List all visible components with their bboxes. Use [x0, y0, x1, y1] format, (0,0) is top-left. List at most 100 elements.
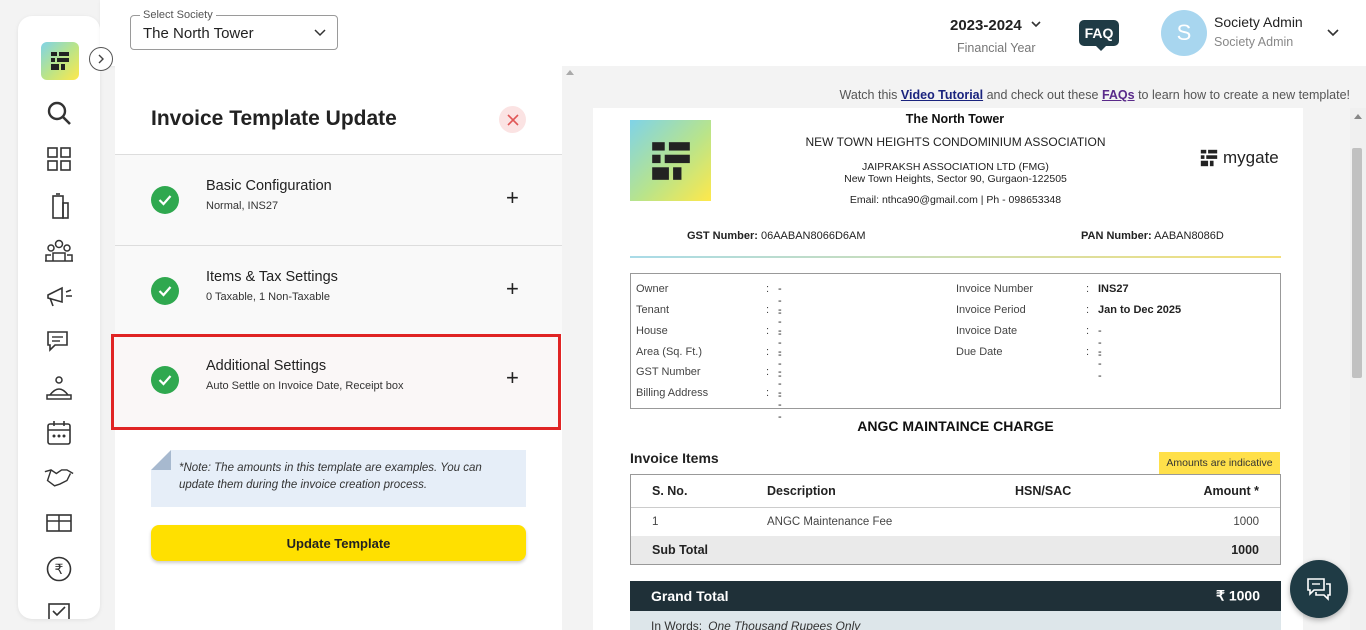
task-icon[interactable] [44, 600, 74, 619]
invoice-association: NEW TOWN HEIGHTS CONDOMINIUM ASSOCIATION [805, 135, 1106, 149]
mygate-logo-icon [1200, 149, 1218, 167]
scroll-up-arrow-icon[interactable] [1354, 114, 1362, 119]
app-logo[interactable] [41, 42, 79, 80]
expand-plus-icon[interactable]: + [506, 187, 519, 209]
handshake-icon[interactable] [44, 462, 74, 492]
check-icon [151, 277, 179, 305]
invoice-info-box: Owner: --- Tenant: --- House: --- Area (Sq.… [630, 273, 1281, 423]
field-key: Area (Sq. Ft.) [636, 346, 703, 358]
society-select-value: The North Tower [143, 25, 254, 42]
note-fold-decoration [151, 450, 171, 470]
service-icon[interactable] [44, 373, 74, 403]
template-update-panel: Invoice Template Update Basic Configurat… [111, 66, 562, 630]
brand-name: mygate [1223, 148, 1279, 167]
chevron-down-icon [314, 29, 326, 37]
col-amount: Amount * [1203, 484, 1259, 498]
field-key: Invoice Number [956, 283, 1034, 295]
page-title: Invoice Template Update [151, 107, 397, 130]
gst-label: GST Number: [687, 230, 758, 242]
col-hsn-sac: HSN/SAC [1015, 484, 1072, 498]
financial-year-value: 2023-2024 [950, 17, 1022, 34]
field-key: Tenant [636, 304, 670, 316]
cell-sno: 1 [652, 516, 659, 528]
in-words-label: In Words: [651, 619, 703, 630]
tutorial-prefix: Watch this [839, 88, 901, 102]
gst-number: GST Number: 06AABAN8066D6AM [687, 230, 866, 242]
scroll-up-arrow-icon[interactable] [566, 70, 574, 75]
chevron-right-icon [98, 54, 104, 64]
dashboard-icon[interactable] [44, 144, 74, 174]
invoice-society-name: The North Tower [905, 112, 1005, 126]
section-items-tax-settings[interactable]: Items & Tax Settings 0 Taxable, 1 Non-Ta… [115, 246, 562, 336]
chat-bubbles-icon [1307, 578, 1331, 601]
header-divider [630, 256, 1281, 258]
subtotal-value: 1000 [1231, 543, 1259, 557]
faqs-link[interactable]: FAQs [1102, 88, 1135, 102]
chevron-down-icon [1031, 21, 1041, 28]
field-key: Due Date [956, 346, 1003, 358]
charge-title: ANGC MAINTAINCE CHARGE [857, 418, 1054, 434]
sidebar: ₹ [18, 16, 100, 619]
invoice-preview: The North Tower NEW TOWN HEIGHTS CONDOMI… [593, 108, 1303, 630]
indicative-badge: Amounts are indicative [1159, 452, 1280, 474]
search-icon[interactable] [44, 98, 74, 128]
faq-button[interactable]: FAQ [1079, 20, 1119, 51]
pan-number: PAN Number: AABAN8086D [1081, 230, 1224, 242]
in-words-row: In Words: One Thousand Rupees Only [630, 611, 1281, 630]
expand-plus-icon[interactable]: + [506, 367, 519, 389]
in-words-value: One Thousand Rupees Only [708, 619, 861, 630]
avatar[interactable]: S [1161, 10, 1207, 56]
grand-total-label: Grand Total [651, 588, 729, 604]
calendar-icon[interactable] [44, 418, 74, 448]
logo-mark-icon [51, 52, 69, 70]
chat-support-button[interactable] [1290, 560, 1348, 618]
check-icon [151, 186, 179, 214]
grand-total-row: Grand Total ₹ 1000 [630, 581, 1281, 611]
col-sno: S. No. [652, 484, 688, 498]
svg-text:₹: ₹ [55, 562, 64, 578]
amenities-icon[interactable] [44, 507, 74, 537]
scrollbar-thumb[interactable] [1352, 148, 1362, 378]
field-key: Billing Address [636, 387, 709, 399]
update-template-button[interactable]: Update Template [151, 525, 526, 561]
user-menu-chevron-icon[interactable] [1326, 26, 1340, 40]
sidebar-expand-button[interactable] [89, 47, 113, 71]
close-icon [506, 113, 519, 126]
chat-icon[interactable] [44, 327, 74, 357]
subtotal-label: Sub Total [652, 543, 709, 557]
invoice-items-table: S. No. Description HSN/SAC Amount * 1 AN… [630, 474, 1281, 565]
field-value: Jan to Dec 2025 [1098, 304, 1182, 316]
user-name[interactable]: Society Admin [1214, 14, 1303, 30]
building-icon[interactable] [44, 191, 74, 221]
tutorial-suffix: to learn how to create a new template! [1134, 88, 1350, 102]
society-select[interactable]: Select Society The North Tower [130, 9, 338, 50]
section-subtitle: Auto Settle on Invoice Date, Receipt box [206, 380, 404, 392]
col-description: Description [767, 484, 836, 498]
section-additional-settings[interactable]: Additional Settings Auto Settle on Invoi… [111, 334, 561, 430]
tutorial-middle: and check out these [983, 88, 1102, 102]
announcement-icon[interactable] [44, 281, 74, 311]
invoice-address: New Town Heights, Sector 90, Gurgaon-122… [844, 173, 1067, 185]
section-subtitle: 0 Taxable, 1 Non-Taxable [206, 291, 330, 303]
financial-year-select[interactable]: 2023-2024 [950, 17, 1042, 34]
table-row: 1 ANGC Maintenance Fee 1000 [631, 508, 1280, 536]
invoice-contact: Email: nthca90@gmail.com | Ph - 09865334… [849, 194, 1062, 206]
community-icon[interactable] [44, 236, 74, 266]
section-subtitle: Normal, INS27 [206, 200, 279, 212]
video-tutorial-link[interactable]: Video Tutorial [901, 88, 983, 102]
close-button[interactable] [499, 106, 526, 133]
cell-description: ANGC Maintenance Fee [767, 516, 893, 528]
tutorial-hint: Watch this Video Tutorial and check out … [840, 88, 1350, 102]
pan-label: PAN Number: [1081, 230, 1152, 242]
subtotal-row: Sub Total 1000 [631, 536, 1280, 564]
rupee-icon[interactable]: ₹ [44, 554, 74, 584]
invoice-items-title: Invoice Items [630, 450, 719, 466]
user-role: Society Admin [1214, 35, 1294, 49]
section-title: Basic Configuration [206, 178, 332, 194]
field-key: Invoice Period [956, 304, 1026, 316]
section-basic-configuration[interactable]: Basic Configuration Normal, INS27 + [115, 155, 562, 245]
field-key: Invoice Date [956, 325, 1018, 337]
expand-plus-icon[interactable]: + [506, 278, 519, 300]
grand-total-value: ₹ 1000 [1216, 587, 1260, 604]
preview-scrollbar[interactable] [1350, 108, 1366, 630]
